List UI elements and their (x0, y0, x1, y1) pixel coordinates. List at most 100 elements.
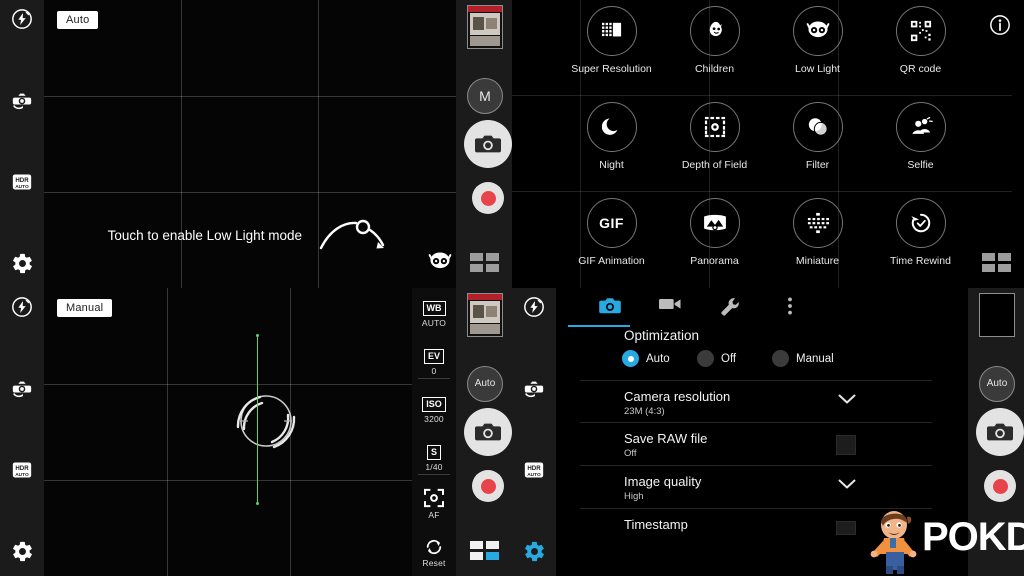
radio-label: Off (721, 352, 737, 365)
gallery-thumbnail[interactable] (979, 293, 1015, 337)
hdr-auto-icon[interactable]: HDR AUTO (512, 460, 556, 480)
svg-text:AUTO: AUTO (15, 184, 29, 190)
mode-label: Low Light (795, 63, 840, 75)
hdr-auto-icon[interactable]: HDR AUTO (0, 460, 44, 480)
mode-label: Filter (805, 159, 830, 171)
mode-label: QR code (899, 63, 942, 75)
time-rewind-icon (895, 198, 946, 248)
flash-auto-icon[interactable] (0, 296, 44, 318)
mode-item[interactable]: Super Resolution (560, 6, 663, 75)
section-title-optimization: Optimization (624, 328, 700, 343)
chevron-down-icon (838, 479, 856, 490)
mode-grid-button[interactable] (470, 541, 500, 561)
settings-gear-icon[interactable] (0, 540, 44, 563)
mode-item[interactable]: Night (560, 102, 663, 171)
pokde-mascot-icon (870, 511, 917, 574)
settings-gear-icon-active[interactable] (512, 540, 556, 563)
record-button[interactable] (984, 470, 1016, 502)
mode-switch-button[interactable]: Auto (979, 366, 1015, 402)
miniature-icon (792, 198, 843, 248)
mode-item[interactable]: Depth of Field (663, 102, 766, 171)
mode-item[interactable]: Time Rewind (869, 198, 972, 267)
slider-endpoint (256, 502, 259, 505)
grid-line (167, 288, 168, 576)
radio-auto[interactable]: Auto (622, 350, 670, 367)
wrench-icon (721, 298, 739, 316)
setting-label: Timestamp (624, 517, 688, 532)
mode-grid-button[interactable] (470, 253, 500, 273)
camera-icon (599, 298, 621, 314)
mode-badge-manual: Manual (57, 299, 113, 317)
record-button[interactable] (472, 182, 504, 214)
left-control-rail: HDR AUTO (0, 0, 44, 288)
gif-text: GIF (599, 215, 624, 231)
mode-grid-button[interactable] (982, 253, 1012, 273)
tab-more[interactable] (760, 297, 820, 319)
mode-item[interactable]: Miniature (766, 198, 869, 267)
white-balance-control[interactable]: WB AUTO (412, 298, 456, 328)
viewfinder-auto[interactable]: Auto Touch to enable Low Light mode (44, 0, 456, 288)
gallery-thumbnail[interactable] (467, 293, 503, 337)
mode-item[interactable]: Low Light (766, 6, 869, 75)
video-camera-icon (659, 298, 681, 310)
radio-off[interactable]: Off (697, 350, 736, 367)
mode-label: Time Rewind (890, 255, 951, 267)
flash-auto-icon[interactable] (512, 296, 556, 318)
radio-manual[interactable]: Manual (772, 350, 834, 367)
mode-item[interactable]: Filter (766, 102, 869, 171)
tab-video[interactable] (640, 297, 700, 319)
setting-row-image-quality[interactable]: Image quality High (580, 465, 932, 509)
curved-arrow-icon (318, 218, 392, 252)
tab-tools[interactable] (700, 297, 760, 319)
mode-switch-button[interactable]: M (467, 78, 503, 114)
mode-item[interactable]: QR code (869, 6, 972, 75)
checkbox-save-raw[interactable] (836, 435, 856, 455)
switch-camera-icon[interactable] (0, 88, 44, 110)
mode-switch-button[interactable]: Auto (467, 366, 503, 402)
mode-label: Super Resolution (571, 63, 652, 75)
panel-manual-viewfinder: HDR AUTO Manual WB AUTO EV 0 ISO 3200 S … (0, 288, 512, 576)
low-light-owl-icon[interactable] (427, 252, 453, 272)
flash-auto-icon[interactable] (0, 8, 44, 30)
mode-item[interactable]: Selfie (869, 102, 972, 171)
focus-mode-control[interactable]: AF (412, 488, 456, 520)
checkbox-timestamp[interactable] (836, 521, 856, 535)
viewfinder-manual[interactable]: Manual (44, 288, 412, 576)
qr-code-icon (895, 6, 946, 56)
setting-row-camera-resolution[interactable]: Camera resolution 23M (4:3) (580, 380, 932, 423)
setting-row-save-raw[interactable]: Save RAW file Off (580, 422, 932, 466)
shutter-chip: S (426, 445, 441, 460)
shutter-button[interactable] (464, 408, 512, 456)
switch-camera-icon[interactable] (0, 376, 44, 398)
iso-chip: ISO (422, 397, 446, 412)
gallery-thumbnail[interactable] (467, 5, 503, 49)
setting-value: High (624, 491, 644, 502)
mode-item[interactable]: Children (663, 6, 766, 75)
setting-label: Save RAW file (624, 431, 708, 446)
shooting-mode-grid: Super Resolution Children Low Light QR c… (512, 0, 1012, 288)
radio-dot-selected (622, 350, 639, 367)
mode-item[interactable]: Panorama (663, 198, 766, 267)
exposure-value-control[interactable]: EV 0 (412, 346, 456, 376)
active-tab-indicator (568, 325, 630, 327)
switch-camera-icon[interactable] (512, 376, 556, 398)
shutter-speed-control[interactable]: S 1/40 (412, 442, 456, 472)
record-dot (480, 190, 496, 206)
settings-gear-icon[interactable] (0, 252, 44, 275)
tab-photo[interactable] (580, 297, 640, 319)
info-icon[interactable] (989, 14, 1011, 36)
mode-item[interactable]: GIF GIF Animation (560, 198, 663, 267)
record-dot (992, 478, 1008, 494)
shutter-value: 1/40 (425, 462, 443, 472)
reset-control[interactable]: Reset (412, 538, 456, 568)
filter-icon (792, 102, 843, 152)
settings-tabs (568, 288, 868, 326)
shutter-button[interactable] (464, 120, 512, 168)
record-button[interactable] (472, 470, 504, 502)
mode-label: GIF Animation (578, 255, 645, 267)
hdr-auto-icon[interactable]: HDR AUTO (0, 172, 44, 192)
mode-badge-auto: Auto (57, 11, 99, 29)
iso-control[interactable]: ISO 3200 (412, 394, 456, 424)
shutter-button[interactable] (976, 408, 1024, 456)
manual-focus-slider[interactable] (257, 336, 258, 504)
